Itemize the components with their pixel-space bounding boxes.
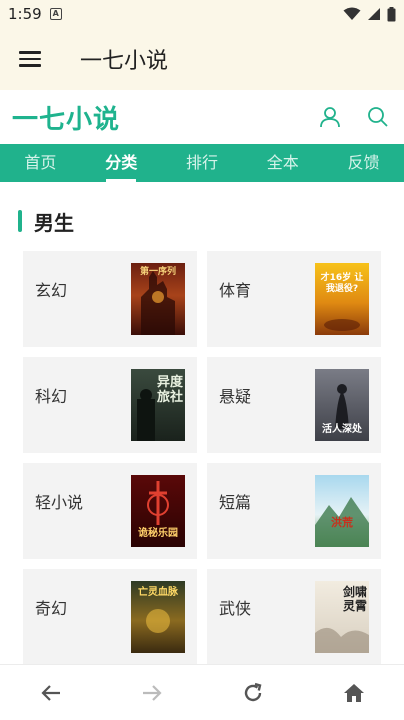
cover-title: 诡秘乐园 (138, 528, 178, 539)
section-marker (18, 210, 22, 232)
cover-title: 第一序列 (139, 267, 176, 277)
category-card-mystery[interactable]: 悬疑 活人深处 (207, 357, 381, 453)
app-title: 一七小说 (80, 49, 169, 74)
cover-title: 洪荒 (331, 516, 353, 529)
category-label: 玄幻 (35, 281, 68, 300)
category-label: 短篇 (219, 493, 252, 512)
status-bar: 1:59 A (0, 0, 404, 28)
book-cover: 才16岁 让我退役? (315, 263, 369, 335)
search-icon[interactable] (364, 103, 392, 131)
category-label: 奇幻 (35, 599, 68, 618)
hamburger-icon (19, 47, 41, 71)
book-cover: 剑啸灵霄 (315, 581, 369, 653)
section-title: 男生 (34, 210, 74, 235)
section-heading: 男生 (18, 206, 74, 236)
arrow-left-icon (40, 684, 60, 701)
category-label: 体育 (219, 281, 252, 300)
app-bar: 一七小说 (0, 28, 404, 90)
home-button[interactable] (303, 665, 404, 720)
nav-tabs: 首页 分类 排行 全本 反馈 (0, 144, 404, 182)
tab-ranking[interactable]: 排行 (162, 144, 243, 182)
cover-title: 亡灵血脉 (138, 587, 178, 598)
category-label: 轻小说 (35, 493, 84, 512)
forward-button[interactable] (101, 665, 202, 720)
category-card-wuxia[interactable]: 武侠 剑啸灵霄 (207, 569, 381, 665)
tab-category[interactable]: 分类 (81, 144, 162, 182)
book-cover: 亡灵血脉 (131, 581, 185, 653)
battery-icon (387, 6, 396, 21)
cover-title: 异度旅社 (157, 375, 184, 405)
tab-home[interactable]: 首页 (0, 144, 81, 182)
category-card-fantasy[interactable]: 奇幻 亡灵血脉 (23, 569, 197, 665)
tab-feedback[interactable]: 反馈 (323, 144, 404, 182)
status-icons (343, 6, 396, 22)
bottom-nav (0, 664, 404, 720)
book-cover: 洪荒 (315, 475, 369, 547)
arrow-right-icon (142, 684, 162, 701)
book-cover: 第一序列 (131, 263, 185, 335)
wifi-icon (343, 7, 361, 20)
tab-complete[interactable]: 全本 (242, 144, 323, 182)
category-card-short[interactable]: 短篇 洪荒 (207, 463, 381, 559)
category-card-scifi[interactable]: 科幻 异度旅社 (23, 357, 197, 453)
cover-title: 剑啸灵霄 (343, 585, 368, 613)
category-card-xuanhuan[interactable]: 玄幻 第一序列 (23, 251, 197, 347)
back-button[interactable] (0, 665, 101, 720)
status-time: 1:59 (8, 5, 42, 23)
signal-icon (368, 8, 380, 20)
book-cover: 诡秘乐园 (131, 475, 185, 547)
category-label: 科幻 (35, 387, 68, 406)
refresh-button[interactable] (202, 665, 303, 720)
category-grid: 玄幻 第一序列 体育 才16岁 让我退役? 科幻 异度旅社 悬疑 活人深处 轻小… (23, 251, 381, 665)
site-header: 一七小说 (0, 90, 404, 144)
category-label: 武侠 (219, 599, 252, 618)
home-icon (343, 683, 364, 702)
category-card-sports[interactable]: 体育 才16岁 让我退役? (207, 251, 381, 347)
category-label: 悬疑 (219, 387, 252, 406)
category-card-light-novel[interactable]: 轻小说 诡秘乐园 (23, 463, 197, 559)
site-logo[interactable]: 一七小说 (12, 99, 120, 136)
user-icon[interactable] (316, 103, 344, 131)
book-cover: 活人深处 (315, 369, 369, 441)
notification-a-icon: A (49, 8, 62, 20)
menu-button[interactable] (0, 28, 60, 90)
refresh-icon (244, 682, 261, 701)
cover-title: 活人深处 (322, 424, 362, 435)
book-cover: 异度旅社 (131, 369, 185, 441)
